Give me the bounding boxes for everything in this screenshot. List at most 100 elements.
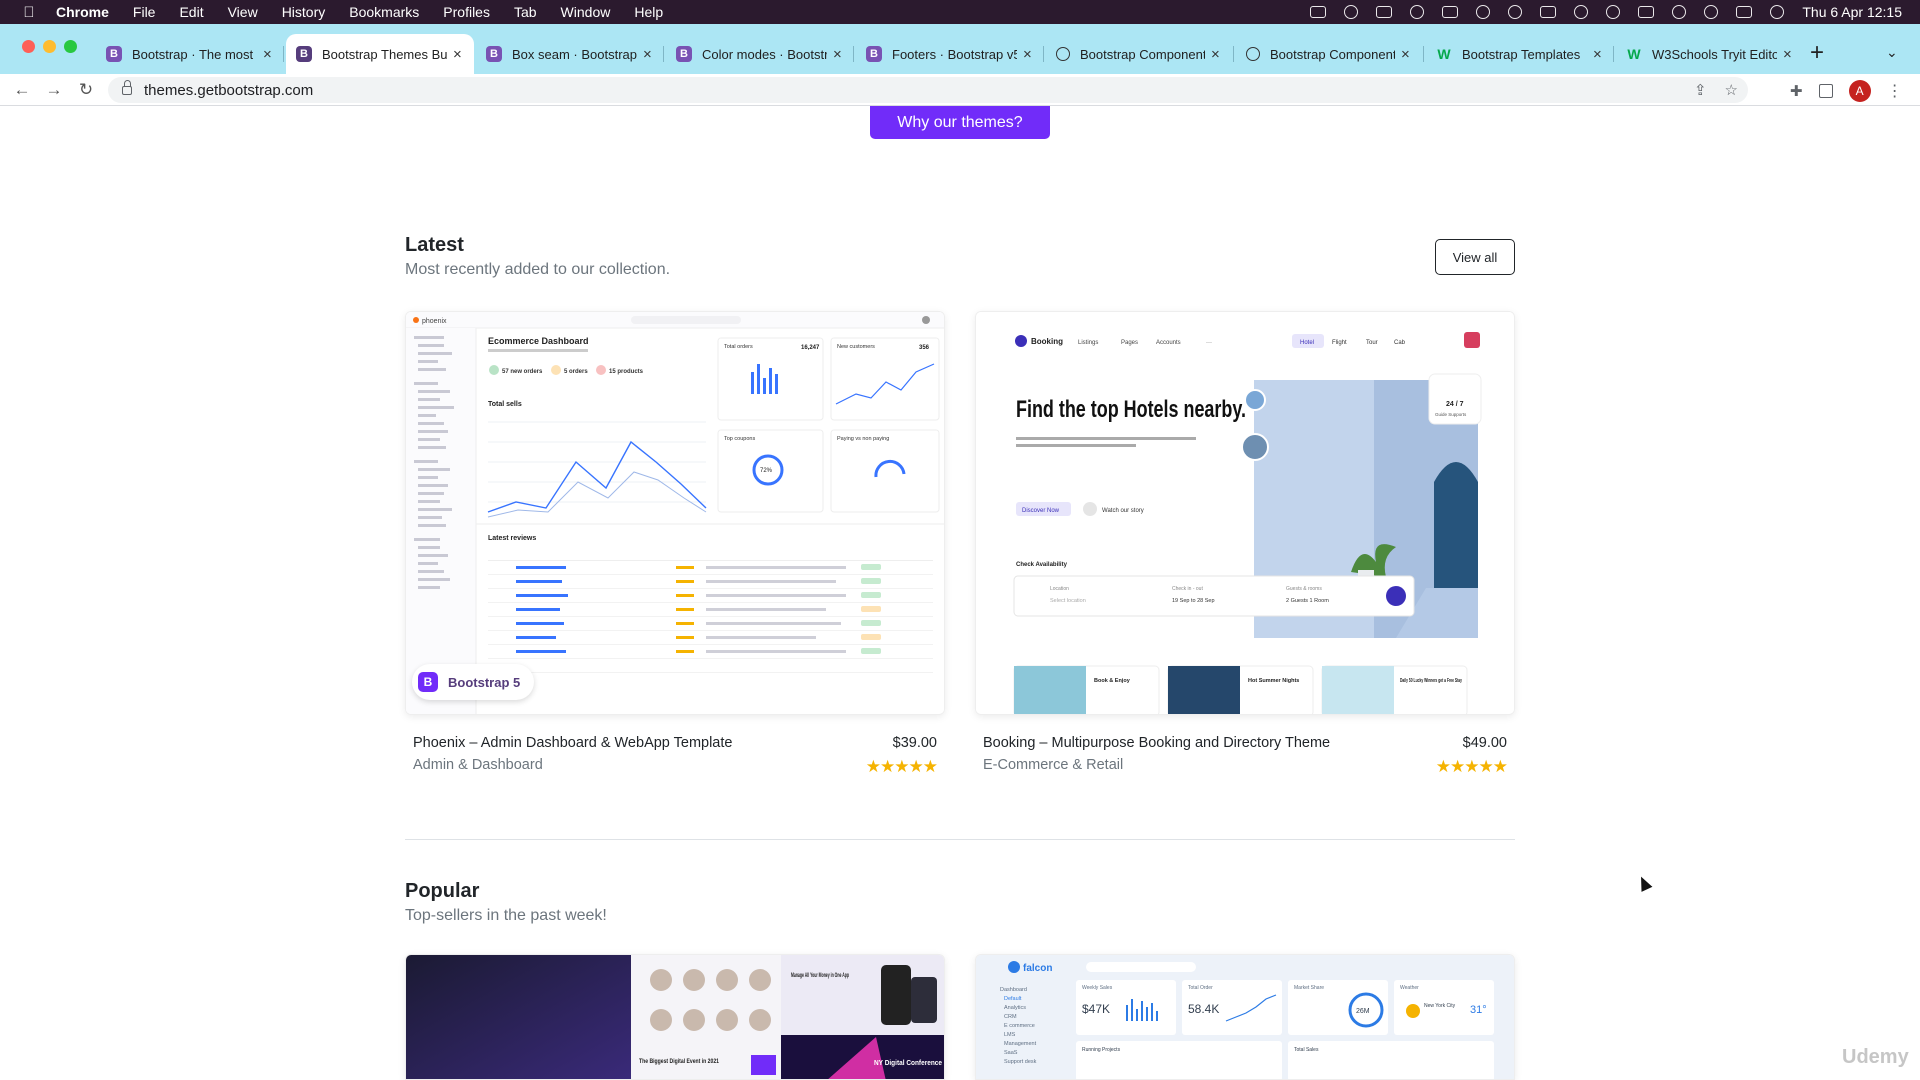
popular-subtitle: Top-sellers in the past week! [405,907,607,924]
close-icon[interactable]: × [643,46,652,63]
why-our-themes-button[interactable]: Why our themes? [870,106,1050,139]
tab-title: Bootstrap Component [1270,46,1395,62]
bootstrap-icon: B [296,46,312,62]
new-tab-plus-icon[interactable]: + [1810,41,1824,65]
menu-file[interactable]: File [133,4,156,20]
tab-bootstrap-templates[interactable]: W Bootstrap Templates × [1426,34,1614,74]
bootstrap-icon: B [486,46,502,62]
menu-history[interactable]: History [282,4,326,20]
avatar[interactable]: A [1848,80,1871,102]
lock-icon[interactable] [122,79,132,95]
theme-thumbnail[interactable]: Booking Listings Pages Accounts ··· Hote… [975,311,1515,715]
popular-theme-card-1[interactable]: The Biggest Digital Event in 2021 Manage… [405,954,945,1080]
time-machine-icon[interactable] [1508,5,1523,19]
latest-reviews-label: Latest reviews [488,535,536,542]
popular-theme-card-falcon[interactable]: falcon Dashboard Default Analytics CRM E… [975,954,1515,1080]
booking-location-placeholder: Select location [1050,598,1086,604]
theme-card-phoenix[interactable]: phoenix Ecommerce Dashboard 57 new order… [405,311,945,791]
menu-window[interactable]: Window [561,4,611,20]
theme-thumbnail[interactable]: falcon Dashboard Default Analytics CRM E… [975,954,1515,1080]
reload-icon[interactable]: ↻ [76,80,96,100]
display-icon[interactable] [1376,6,1393,18]
paying-label: Paying vs non paying [837,436,889,442]
falcon-weekly-label: Weekly Sales [1082,985,1113,991]
theme-name[interactable]: Phoenix – Admin Dashboard & WebApp Templ… [413,735,732,751]
notification-icon[interactable] [1344,5,1359,19]
menu-app-name[interactable]: Chrome [56,4,109,20]
tab-box-seam[interactable]: B Box seam · Bootstrap × [476,34,664,74]
tab-title: Bootstrap · The most p [132,46,257,62]
booking-nav-accounts: Accounts [1156,340,1181,346]
extensions-puzzle-icon[interactable]: ✚ [1790,82,1803,100]
theme-thumbnail[interactable]: phoenix Ecommerce Dashboard 57 new order… [405,311,945,715]
close-icon[interactable]: × [1023,46,1032,63]
close-window-button[interactable] [22,40,35,53]
total-orders-label: Total orders [724,344,753,350]
screen-mirror-icon[interactable] [1442,6,1459,18]
theme-thumbnail[interactable]: The Biggest Digital Event in 2021 Manage… [405,954,945,1080]
apple-icon[interactable]:  [20,3,38,21]
back-arrow-icon[interactable]: ← [12,80,32,100]
share-icon[interactable]: ⇪ [1694,81,1707,99]
more-menu-icon[interactable]: ⋮ [1887,81,1903,101]
fullscreen-window-button[interactable] [64,40,77,53]
theme-name[interactable]: Booking – Multipurpose Booking and Direc… [983,735,1330,751]
booking-hero-title: Find the top Hotels nearby. [1016,396,1246,423]
address-url[interactable]: themes.getbootstrap.com [144,82,313,99]
menu-view[interactable]: View [228,4,258,20]
close-icon[interactable]: × [1401,46,1410,63]
menu-help[interactable]: Help [634,4,663,20]
side-panel-icon[interactable] [1818,84,1833,98]
falcon-nav-item: LMS [1004,1032,1016,1038]
address-bar[interactable]: themes.getbootstrap.com ⇪ ☆ [108,77,1748,103]
mouse-cursor [1635,874,1653,892]
tab-search-chevron-icon[interactable]: ⌄ [1886,44,1898,61]
booking-discover-button: Discover Now [1022,508,1060,514]
promo-title: Hot Summer Nights [1248,678,1299,684]
shield-icon[interactable] [1410,5,1425,19]
tab-footers[interactable]: B Footers · Bootstrap v5 × [856,34,1044,74]
globe-icon [1056,47,1070,61]
siri-icon[interactable] [1770,5,1785,19]
close-icon[interactable]: × [1211,46,1220,63]
close-icon[interactable]: × [453,46,462,63]
close-icon[interactable]: × [833,46,842,63]
keyboard-input-icon[interactable] [1540,6,1557,18]
cloud-icon[interactable] [1476,5,1491,19]
forward-arrow-icon[interactable]: → [44,80,64,100]
close-icon[interactable]: × [1593,46,1602,63]
coupon-percent: 72% [760,468,773,474]
menu-bookmarks[interactable]: Bookmarks [349,4,419,20]
booking-nav-more: ··· [1206,340,1212,346]
tab-bootstrap-home[interactable]: B Bootstrap · The most p × [96,34,284,74]
play-icon[interactable] [1606,5,1621,19]
wifi-icon[interactable] [1672,5,1687,19]
battery-icon[interactable] [1638,6,1655,18]
theme-card-booking[interactable]: Booking Listings Pages Accounts ··· Hote… [975,311,1515,791]
tab-title: Bootstrap Themes Bui [322,46,447,62]
tab-bootstrap-themes[interactable]: B Bootstrap Themes Bui × [286,34,474,74]
falcon-dashboard-preview: falcon Dashboard Default Analytics CRM E… [976,955,1514,1079]
menu-clock[interactable]: Thu 6 Apr 12:15 [1802,4,1902,20]
w3schools-icon: W [1627,46,1641,62]
menu-tab[interactable]: Tab [514,4,537,20]
tab-w3schools-tryit[interactable]: W W3Schools Tryit Edito × [1616,34,1804,74]
minimize-window-button[interactable] [43,40,56,53]
close-icon[interactable]: × [263,46,272,63]
theme-category[interactable]: E-Commerce & Retail [983,757,1123,773]
camera-icon[interactable] [1310,6,1327,18]
view-all-button[interactable]: View all [1435,239,1515,275]
falcon-nav-item: Analytics [1004,1005,1026,1011]
spotlight-search-icon[interactable] [1704,5,1719,19]
theme-category[interactable]: Admin & Dashboard [413,757,543,773]
control-center-icon[interactable] [1736,6,1753,18]
tab-bootstrap-component-1[interactable]: Bootstrap Component × [1046,34,1234,74]
menu-edit[interactable]: Edit [179,4,203,20]
bookmark-star-icon[interactable]: ☆ [1725,81,1738,99]
close-icon[interactable]: × [1783,46,1792,63]
phoenix-brand: phoenix [422,318,447,325]
headphones-icon[interactable] [1574,5,1589,19]
tab-bootstrap-component-2[interactable]: Bootstrap Component × [1236,34,1424,74]
menu-profiles[interactable]: Profiles [443,4,490,20]
tab-color-modes[interactable]: B Color modes · Bootstr × [666,34,854,74]
